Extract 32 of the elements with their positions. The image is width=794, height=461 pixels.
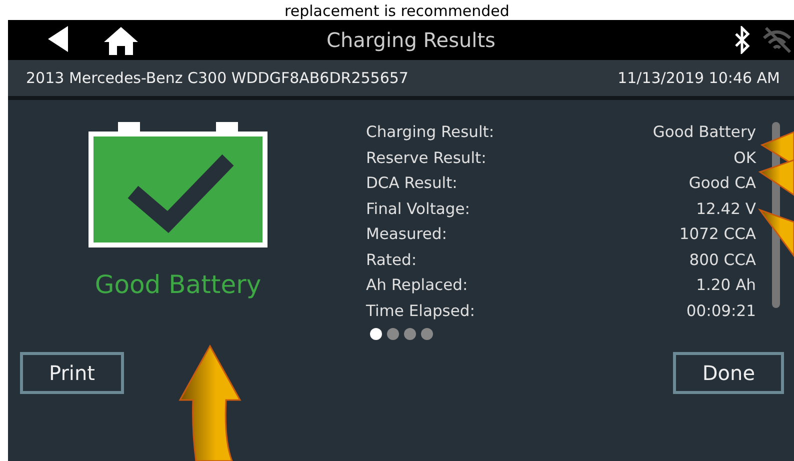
battery-status: Good Battery — [94, 270, 262, 299]
bluetooth-icon — [734, 26, 750, 54]
result-label: Reserve Result: — [366, 148, 486, 168]
result-label: Time Elapsed: — [366, 300, 475, 322]
page-dot[interactable] — [404, 328, 416, 340]
result-value: 800 CCA — [689, 250, 756, 270]
result-value: OK — [734, 148, 756, 168]
caption-text: replacement is recommended — [284, 2, 510, 20]
result-value: 1072 CCA — [679, 224, 756, 245]
result-label: Rated: — [366, 250, 417, 270]
screen-title: Charging Results — [326, 28, 496, 52]
page-dot[interactable] — [387, 328, 399, 340]
action-button[interactable]: Done — [673, 352, 784, 394]
result-label: Measured: — [366, 224, 447, 245]
battery-check-icon — [88, 122, 268, 248]
vehicle-info: 2013 Mercedes-Benz C300 WDDGF8AB6DR255657 — [26, 69, 408, 87]
result-label: Final Voltage: — [366, 198, 470, 220]
home-icon[interactable] — [103, 26, 139, 56]
result-value: Good Battery — [652, 122, 756, 143]
result-label: Charging Result: — [366, 122, 494, 143]
page-dot[interactable] — [370, 328, 382, 340]
back-icon[interactable] — [48, 26, 70, 52]
wifi-icon — [760, 26, 794, 54]
result-value: 12.42 V — [696, 198, 756, 220]
result-value: 1.20 Ah — [696, 275, 756, 296]
result-label: Ah Replaced: — [366, 275, 468, 296]
page-dot[interactable] — [421, 328, 433, 340]
result-label: DCA Result: — [366, 173, 458, 194]
result-value: 00:09:21 — [686, 300, 756, 322]
date-time: 11/13/2019 10:46 AM — [618, 69, 780, 87]
action-button[interactable]: Print — [20, 352, 124, 394]
result-value: Good CA — [688, 173, 756, 194]
